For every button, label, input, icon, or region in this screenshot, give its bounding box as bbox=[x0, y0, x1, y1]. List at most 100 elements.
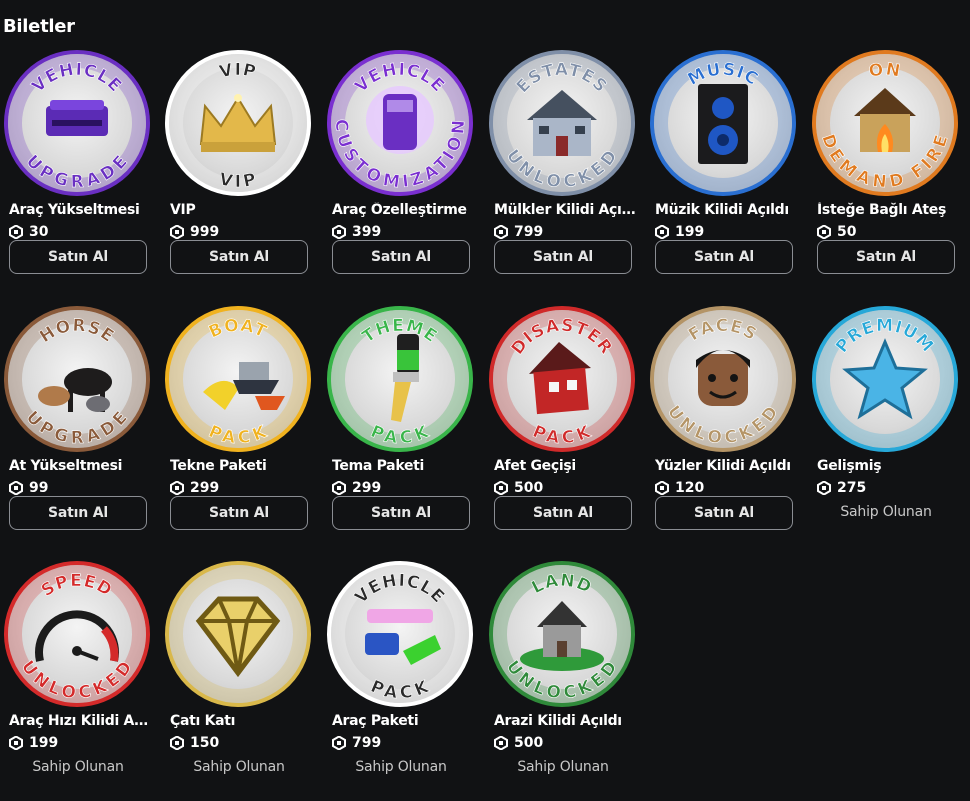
gamepass-name[interactable]: Afet Geçişi bbox=[494, 458, 639, 474]
gamepass-card[interactable]: FACES UNLOCKED Yüzler Kilidi Açıldı 120 Sa… bbox=[650, 306, 800, 546]
owned-label: Sahip Olunan bbox=[517, 759, 609, 775]
price-value: 799 bbox=[514, 224, 544, 240]
gamepass-card[interactable]: MUSIC Müzik Kilidi Açıldı 199 Satın Al bbox=[650, 50, 800, 290]
gamepass-card[interactable]: BOAT PACK Tekne Paketi 299 Satın Al bbox=[165, 306, 315, 546]
price-value: 199 bbox=[29, 735, 59, 751]
gamepass-price: 799 bbox=[494, 224, 543, 240]
buy-button[interactable]: Satın Al bbox=[9, 240, 147, 274]
gamepass-name[interactable]: Araç Hızı Kilidi Aç... bbox=[9, 713, 154, 729]
price-value: 120 bbox=[675, 480, 705, 496]
gamepass-name[interactable]: Araç Paketi bbox=[332, 713, 477, 729]
price-value: 199 bbox=[675, 224, 705, 240]
gamepass-name[interactable]: Müzik Kilidi Açıldı bbox=[655, 202, 800, 218]
gamepass-price: 299 bbox=[170, 480, 219, 496]
robux-icon bbox=[655, 224, 669, 240]
gamepass-name[interactable]: Tekne Paketi bbox=[170, 458, 315, 474]
price-value: 150 bbox=[190, 735, 220, 751]
robux-icon bbox=[494, 480, 508, 496]
price-value: 299 bbox=[352, 480, 382, 496]
robux-icon bbox=[817, 480, 831, 496]
price-value: 299 bbox=[190, 480, 220, 496]
svg-text:VIP: VIP bbox=[217, 170, 258, 192]
buy-button[interactable]: Satın Al bbox=[332, 496, 470, 530]
buy-button[interactable]: Satın Al bbox=[494, 496, 632, 530]
custom-car-icon[interactable]: VEHICLE CUSTOMIZATION bbox=[327, 50, 473, 196]
section-title: Biletler bbox=[3, 16, 75, 37]
gamepass-name[interactable]: Araç Yükseltmesi bbox=[9, 202, 154, 218]
gamepass-name[interactable]: Çatı Katı bbox=[170, 713, 315, 729]
burning-house-icon[interactable]: ON DEMAND FIRE bbox=[812, 50, 958, 196]
gamepass-card[interactable]: THEME PACK Tema Paketi 299 Satın Al bbox=[327, 306, 477, 546]
star-icon[interactable]: PREMIUM bbox=[812, 306, 958, 452]
gamepass-price: 120 bbox=[655, 480, 704, 496]
gamepass-card[interactable]: PREMIUM Gelişmiş 275 Sahip Olunan bbox=[812, 306, 962, 546]
owned-label: Sahip Olunan bbox=[840, 504, 932, 520]
gamepass-price: 399 bbox=[332, 224, 381, 240]
speaker-icon[interactable]: MUSIC bbox=[650, 50, 796, 196]
robux-icon bbox=[494, 735, 508, 751]
buy-button[interactable]: Satın Al bbox=[170, 240, 308, 274]
gamepass-price: 500 bbox=[494, 735, 543, 751]
badge-bottom-text: VIP bbox=[217, 169, 258, 192]
paintbrush-icon[interactable]: THEME PACK bbox=[327, 306, 473, 452]
gamepass-price: 50 bbox=[817, 224, 856, 240]
mansion-icon[interactable]: ESTATES UNLOCKED bbox=[489, 50, 635, 196]
owned-label: Sahip Olunan bbox=[193, 759, 285, 775]
buy-button[interactable]: Satın Al bbox=[655, 496, 793, 530]
robux-icon bbox=[170, 480, 184, 496]
speedometer-icon[interactable]: SPEED UNLOCKED bbox=[4, 561, 150, 707]
robux-icon bbox=[332, 480, 346, 496]
crown-icon[interactable]: VIP VIP bbox=[165, 50, 311, 196]
gamepass-card[interactable]: VIP VIP VIP 999 Satın Al bbox=[165, 50, 315, 290]
gamepass-card[interactable]: ESTATES UNLOCKED Mülkler Kilidi Açıldı 79… bbox=[489, 50, 639, 290]
robux-icon bbox=[170, 224, 184, 240]
gamepass-name[interactable]: Arazi Kilidi Açıldı bbox=[494, 713, 639, 729]
robux-icon bbox=[332, 735, 346, 751]
gamepass-name[interactable]: Gelişmiş bbox=[817, 458, 962, 474]
gamepass-name[interactable]: İsteğe Bağlı Ateş bbox=[817, 202, 962, 218]
gamepass-price: 99 bbox=[9, 480, 48, 496]
gamepass-price: 799 bbox=[332, 735, 381, 751]
buy-button[interactable]: Satın Al bbox=[817, 240, 955, 274]
disaster-house-icon[interactable]: DISASTER PACK bbox=[489, 306, 635, 452]
gamepass-price: 150 bbox=[170, 735, 219, 751]
gamepass-card[interactable]: VEHICLE PACK Araç Paketi 799 Sahip Olunan bbox=[327, 561, 477, 801]
land-house-icon[interactable]: LAND UNLOCKED bbox=[489, 561, 635, 707]
price-value: 999 bbox=[190, 224, 220, 240]
buy-button[interactable]: Satın Al bbox=[494, 240, 632, 274]
gamepass-price: 30 bbox=[9, 224, 48, 240]
buy-button[interactable]: Satın Al bbox=[170, 496, 308, 530]
gamepass-card[interactable]: LAND UNLOCKED Arazi Kilidi Açıldı 500 Sahi… bbox=[489, 561, 639, 801]
boats-icon[interactable]: BOAT PACK bbox=[165, 306, 311, 452]
gamepass-name[interactable]: Araç Özelleştirme bbox=[332, 202, 477, 218]
gamepass-name[interactable]: VIP bbox=[170, 202, 315, 218]
gamepass-name[interactable]: At Yükseltmesi bbox=[9, 458, 154, 474]
gamepass-card[interactable]: VEHICLE CUSTOMIZATION Araç Özelleştirme 3… bbox=[327, 50, 477, 290]
svg-text:VIP: VIP bbox=[218, 60, 259, 83]
gamepass-card[interactable]: Çatı Katı 150 Sahip Olunan bbox=[165, 561, 315, 801]
gamepass-name[interactable]: Yüzler Kilidi Açıldı bbox=[655, 458, 800, 474]
gamepass-name[interactable]: Mülkler Kilidi Açıldı bbox=[494, 202, 639, 218]
gamepass-card[interactable]: ON DEMAND FIRE İsteğe Bağlı Ateş 50 Satın … bbox=[812, 50, 962, 290]
buy-button[interactable]: Satın Al bbox=[655, 240, 793, 274]
gamepass-name[interactable]: Tema Paketi bbox=[332, 458, 477, 474]
price-value: 50 bbox=[837, 224, 857, 240]
gamepass-card[interactable]: DISASTER PACK Afet Geçişi 500 Satın Al bbox=[489, 306, 639, 546]
diamond-icon[interactable] bbox=[165, 561, 311, 707]
face-icon[interactable]: FACES UNLOCKED bbox=[650, 306, 796, 452]
robux-icon bbox=[9, 735, 23, 751]
purple-car-icon[interactable]: VEHICLE UPGRADE bbox=[4, 50, 150, 196]
price-value: 99 bbox=[29, 480, 49, 496]
vehicles-icon[interactable]: VEHICLE PACK bbox=[327, 561, 473, 707]
gamepass-price: 199 bbox=[655, 224, 704, 240]
gamepass-price: 199 bbox=[9, 735, 58, 751]
gamepass-card[interactable]: HORSE UPGRADE At Yükseltmesi 99 Satın Al bbox=[4, 306, 154, 546]
gamepass-price: 999 bbox=[170, 224, 219, 240]
price-value: 799 bbox=[352, 735, 382, 751]
price-value: 30 bbox=[29, 224, 49, 240]
gamepass-card[interactable]: VEHICLE UPGRADE Araç Yükseltmesi 30 Satın … bbox=[4, 50, 154, 290]
horses-icon[interactable]: HORSE UPGRADE bbox=[4, 306, 150, 452]
gamepass-card[interactable]: SPEED UNLOCKED Araç Hızı Kilidi Aç... 199… bbox=[4, 561, 154, 801]
buy-button[interactable]: Satın Al bbox=[9, 496, 147, 530]
buy-button[interactable]: Satın Al bbox=[332, 240, 470, 274]
